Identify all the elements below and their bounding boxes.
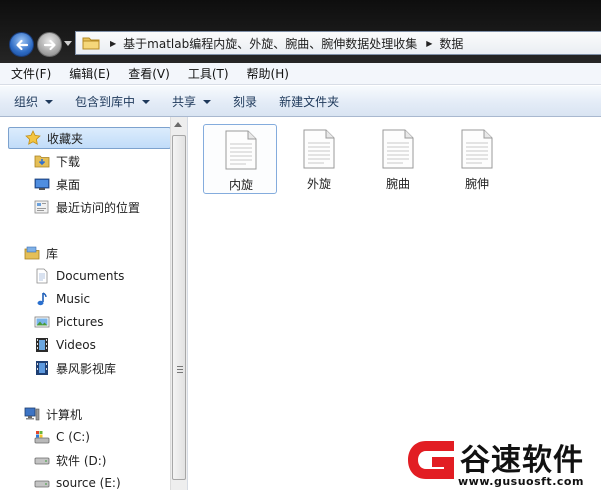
downloads-folder-icon: [34, 153, 50, 169]
back-button[interactable]: [9, 32, 34, 57]
share-button[interactable]: 共享: [172, 93, 212, 110]
dropdown-arrow-icon: [45, 99, 54, 104]
menu-edit[interactable]: 编辑(E): [66, 63, 113, 84]
text-file-icon: [225, 130, 257, 170]
nav-item-desktop[interactable]: 桌面: [34, 173, 80, 195]
computer-icon: [24, 406, 40, 422]
include-in-library-button[interactable]: 包含到库中: [75, 93, 151, 110]
file-name: 腕曲: [385, 177, 410, 191]
nav-item-recent-places[interactable]: 最近访问的位置: [34, 196, 140, 218]
nav-item-favorites[interactable]: 收藏夹: [8, 127, 171, 149]
nav-item-music[interactable]: Music: [34, 288, 90, 310]
new-folder-button[interactable]: 新建文件夹: [279, 93, 339, 110]
file-item[interactable]: 外旋: [282, 124, 356, 194]
share-label: 共享: [172, 94, 197, 109]
breadcrumb-chevron-icon[interactable]: ▶: [110, 39, 116, 48]
nav-item-pictures[interactable]: Pictures: [34, 311, 104, 333]
documents-icon: [34, 268, 50, 284]
dropdown-arrow-icon: [142, 99, 151, 104]
text-file-icon: [461, 129, 493, 169]
watermark-logo-icon: [408, 441, 454, 479]
nav-label: C (C:): [56, 430, 90, 444]
breadcrumb-segment-parent[interactable]: 基于matlab编程内旋、外旋、腕曲、腕伸数据处理收集: [123, 35, 417, 52]
navigation-pane: 收藏夹 下载 桌面 最近访问的位置 库 Documents Music Pict…: [0, 117, 171, 490]
address-bar[interactable]: ▶ 基于matlab编程内旋、外旋、腕曲、腕伸数据处理收集 ▶ 数据: [75, 31, 601, 55]
grip-icon: [177, 366, 183, 373]
scroll-up-arrow-icon[interactable]: [174, 122, 182, 127]
desktop-icon: [34, 176, 50, 192]
star-icon: [25, 130, 41, 146]
file-item[interactable]: 腕曲: [361, 124, 435, 194]
menu-help[interactable]: 帮助(H): [244, 63, 292, 84]
menu-bar: 文件(F) 编辑(E) 查看(V) 工具(T) 帮助(H): [0, 63, 601, 85]
burn-button[interactable]: 刻录: [233, 93, 257, 110]
scrollbar-thumb[interactable]: [172, 135, 186, 480]
address-area: ▶ 基于matlab编程内旋、外旋、腕曲、腕伸数据处理收集 ▶ 数据: [0, 0, 601, 63]
organize-button[interactable]: 组织: [14, 93, 54, 110]
system-drive-icon: [34, 429, 50, 445]
breadcrumb-chevron-icon[interactable]: ▶: [426, 39, 432, 48]
recent-places-icon: [34, 199, 50, 215]
nav-label: 库: [46, 246, 59, 261]
nav-label: source (E:): [56, 476, 121, 490]
recent-pages-dropdown[interactable]: [64, 41, 72, 46]
navigation-scrollbar[interactable]: [170, 117, 187, 490]
nav-label: Music: [56, 292, 91, 306]
watermark-title: 谷速软件: [460, 443, 584, 478]
drive-icon: [34, 452, 50, 468]
text-file-icon: [382, 129, 414, 169]
nav-label: Videos: [56, 338, 96, 352]
arrow-left-icon: [15, 39, 28, 50]
breadcrumb-segment-current[interactable]: 数据: [439, 35, 463, 52]
nav-label: 计算机: [46, 407, 83, 422]
forward-button[interactable]: [37, 32, 62, 57]
pictures-icon: [34, 314, 50, 330]
menu-view[interactable]: 查看(V): [125, 63, 173, 84]
nav-item-drive-e[interactable]: source (E:): [34, 472, 121, 490]
watermark-url: www.gusuosft.com: [458, 475, 584, 488]
file-name: 腕伸: [464, 177, 489, 191]
nav-label: 下载: [56, 154, 81, 169]
libraries-icon: [24, 245, 40, 261]
file-item[interactable]: 腕伸: [440, 124, 514, 194]
drive-icon: [34, 475, 50, 490]
nav-item-computer[interactable]: 计算机: [24, 403, 82, 425]
nav-item-drive-c[interactable]: C (C:): [34, 426, 90, 448]
music-note-icon: [34, 291, 50, 307]
folder-icon: [82, 36, 100, 50]
nav-label: 暴风影视库: [56, 361, 117, 376]
include-in-library-label: 包含到库中: [75, 94, 136, 109]
nav-item-downloads[interactable]: 下载: [34, 150, 80, 172]
command-bar: 组织 包含到库中 共享 刻录 新建文件夹: [0, 86, 601, 117]
menu-tools[interactable]: 工具(T): [185, 63, 232, 84]
nav-label: 桌面: [56, 177, 81, 192]
nav-label: 软件 (D:): [56, 453, 107, 468]
organize-label: 组织: [14, 94, 39, 109]
arrow-right-icon: [43, 39, 56, 50]
nav-item-videos[interactable]: Videos: [34, 334, 96, 356]
nav-label: Pictures: [56, 315, 104, 329]
video-library-icon: [34, 360, 50, 376]
nav-item-storm-library[interactable]: 暴风影视库: [34, 357, 116, 379]
dropdown-arrow-icon: [203, 99, 212, 104]
menu-file[interactable]: 文件(F): [8, 63, 54, 84]
nav-item-drive-d[interactable]: 软件 (D:): [34, 449, 106, 471]
file-name: 内旋: [228, 178, 253, 192]
nav-label: 收藏夹: [47, 131, 84, 146]
nav-item-documents[interactable]: Documents: [34, 265, 124, 287]
nav-item-libraries[interactable]: 库: [24, 242, 58, 264]
film-strip-icon: [34, 337, 50, 353]
file-name: 外旋: [306, 177, 331, 191]
text-file-icon: [303, 129, 335, 169]
nav-label: Documents: [56, 269, 125, 283]
nav-label: 最近访问的位置: [56, 200, 141, 215]
watermark: 谷速软件 www.gusuosft.com: [396, 425, 601, 490]
file-item[interactable]: 内旋: [203, 124, 277, 194]
